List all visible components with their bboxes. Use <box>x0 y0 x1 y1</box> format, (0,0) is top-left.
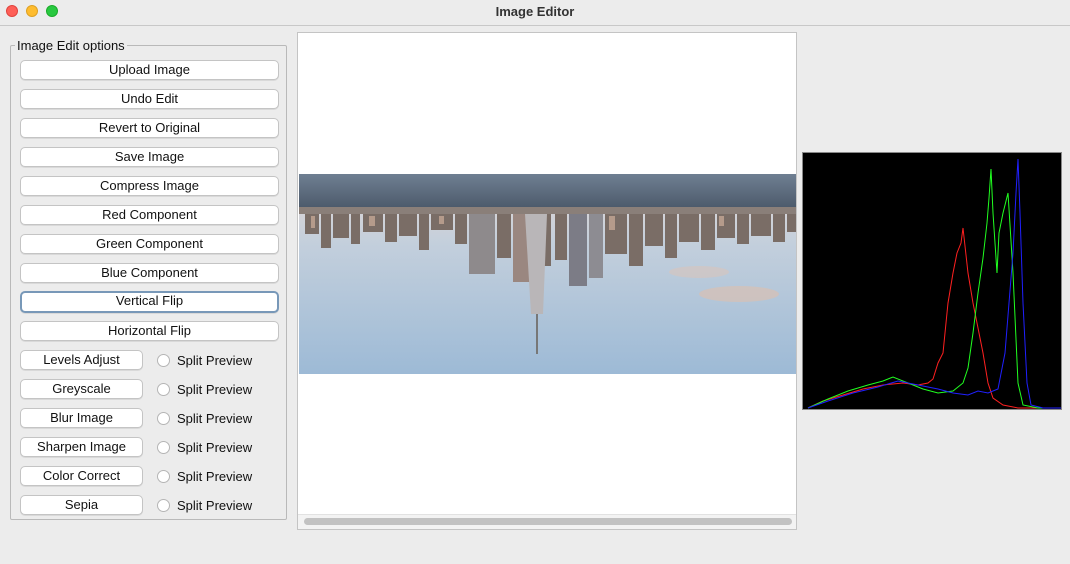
split-preview-label: Split Preview <box>177 469 253 484</box>
compress-image-button[interactable]: Compress Image <box>20 176 279 196</box>
red-component-button[interactable]: Red Component <box>20 205 279 225</box>
split-preview-radio[interactable] <box>157 412 170 425</box>
split-preview-label: Split Preview <box>177 411 253 426</box>
horizontal-flip-button[interactable]: Horizontal Flip <box>20 321 279 341</box>
split-preview-label: Split Preview <box>177 382 253 397</box>
blue-component-button[interactable]: Blue Component <box>20 263 279 283</box>
revert-to-original-button[interactable]: Revert to Original <box>20 118 279 138</box>
split-preview-label: Split Preview <box>177 440 253 455</box>
upload-image-button[interactable]: Upload Image <box>20 60 279 80</box>
rgb-histogram <box>802 152 1062 410</box>
levels-adjust-button[interactable]: Levels Adjust <box>20 350 143 370</box>
scrollbar-thumb[interactable] <box>304 518 792 525</box>
split-preview-radio[interactable] <box>157 470 170 483</box>
vertical-flip-button[interactable]: Vertical Flip <box>20 291 279 313</box>
horizontal-scrollbar[interactable] <box>298 514 796 529</box>
flipped-skyline-image <box>299 174 796 374</box>
image-preview-pane[interactable] <box>297 32 797 530</box>
sepia-button[interactable]: Sepia <box>20 495 143 515</box>
split-preview-radio[interactable] <box>157 499 170 512</box>
save-image-button[interactable]: Save Image <box>20 147 279 167</box>
green-component-button[interactable]: Green Component <box>20 234 279 254</box>
split-preview-radio[interactable] <box>157 441 170 454</box>
greyscale-button[interactable]: Greyscale <box>20 379 143 399</box>
split-preview-radio[interactable] <box>157 354 170 367</box>
blur-image-button[interactable]: Blur Image <box>20 408 143 428</box>
split-preview-radio[interactable] <box>157 383 170 396</box>
window-title: Image Editor <box>495 4 575 19</box>
histogram-plot <box>803 153 1061 409</box>
split-preview-label: Split Preview <box>177 353 253 368</box>
sharpen-image-button[interactable]: Sharpen Image <box>20 437 143 457</box>
edit-options-legend: Image Edit options <box>15 38 127 53</box>
title-bar: Image Editor <box>0 0 1070 26</box>
color-correct-button[interactable]: Color Correct <box>20 466 143 486</box>
undo-edit-button[interactable]: Undo Edit <box>20 89 279 109</box>
split-preview-label: Split Preview <box>177 498 253 513</box>
